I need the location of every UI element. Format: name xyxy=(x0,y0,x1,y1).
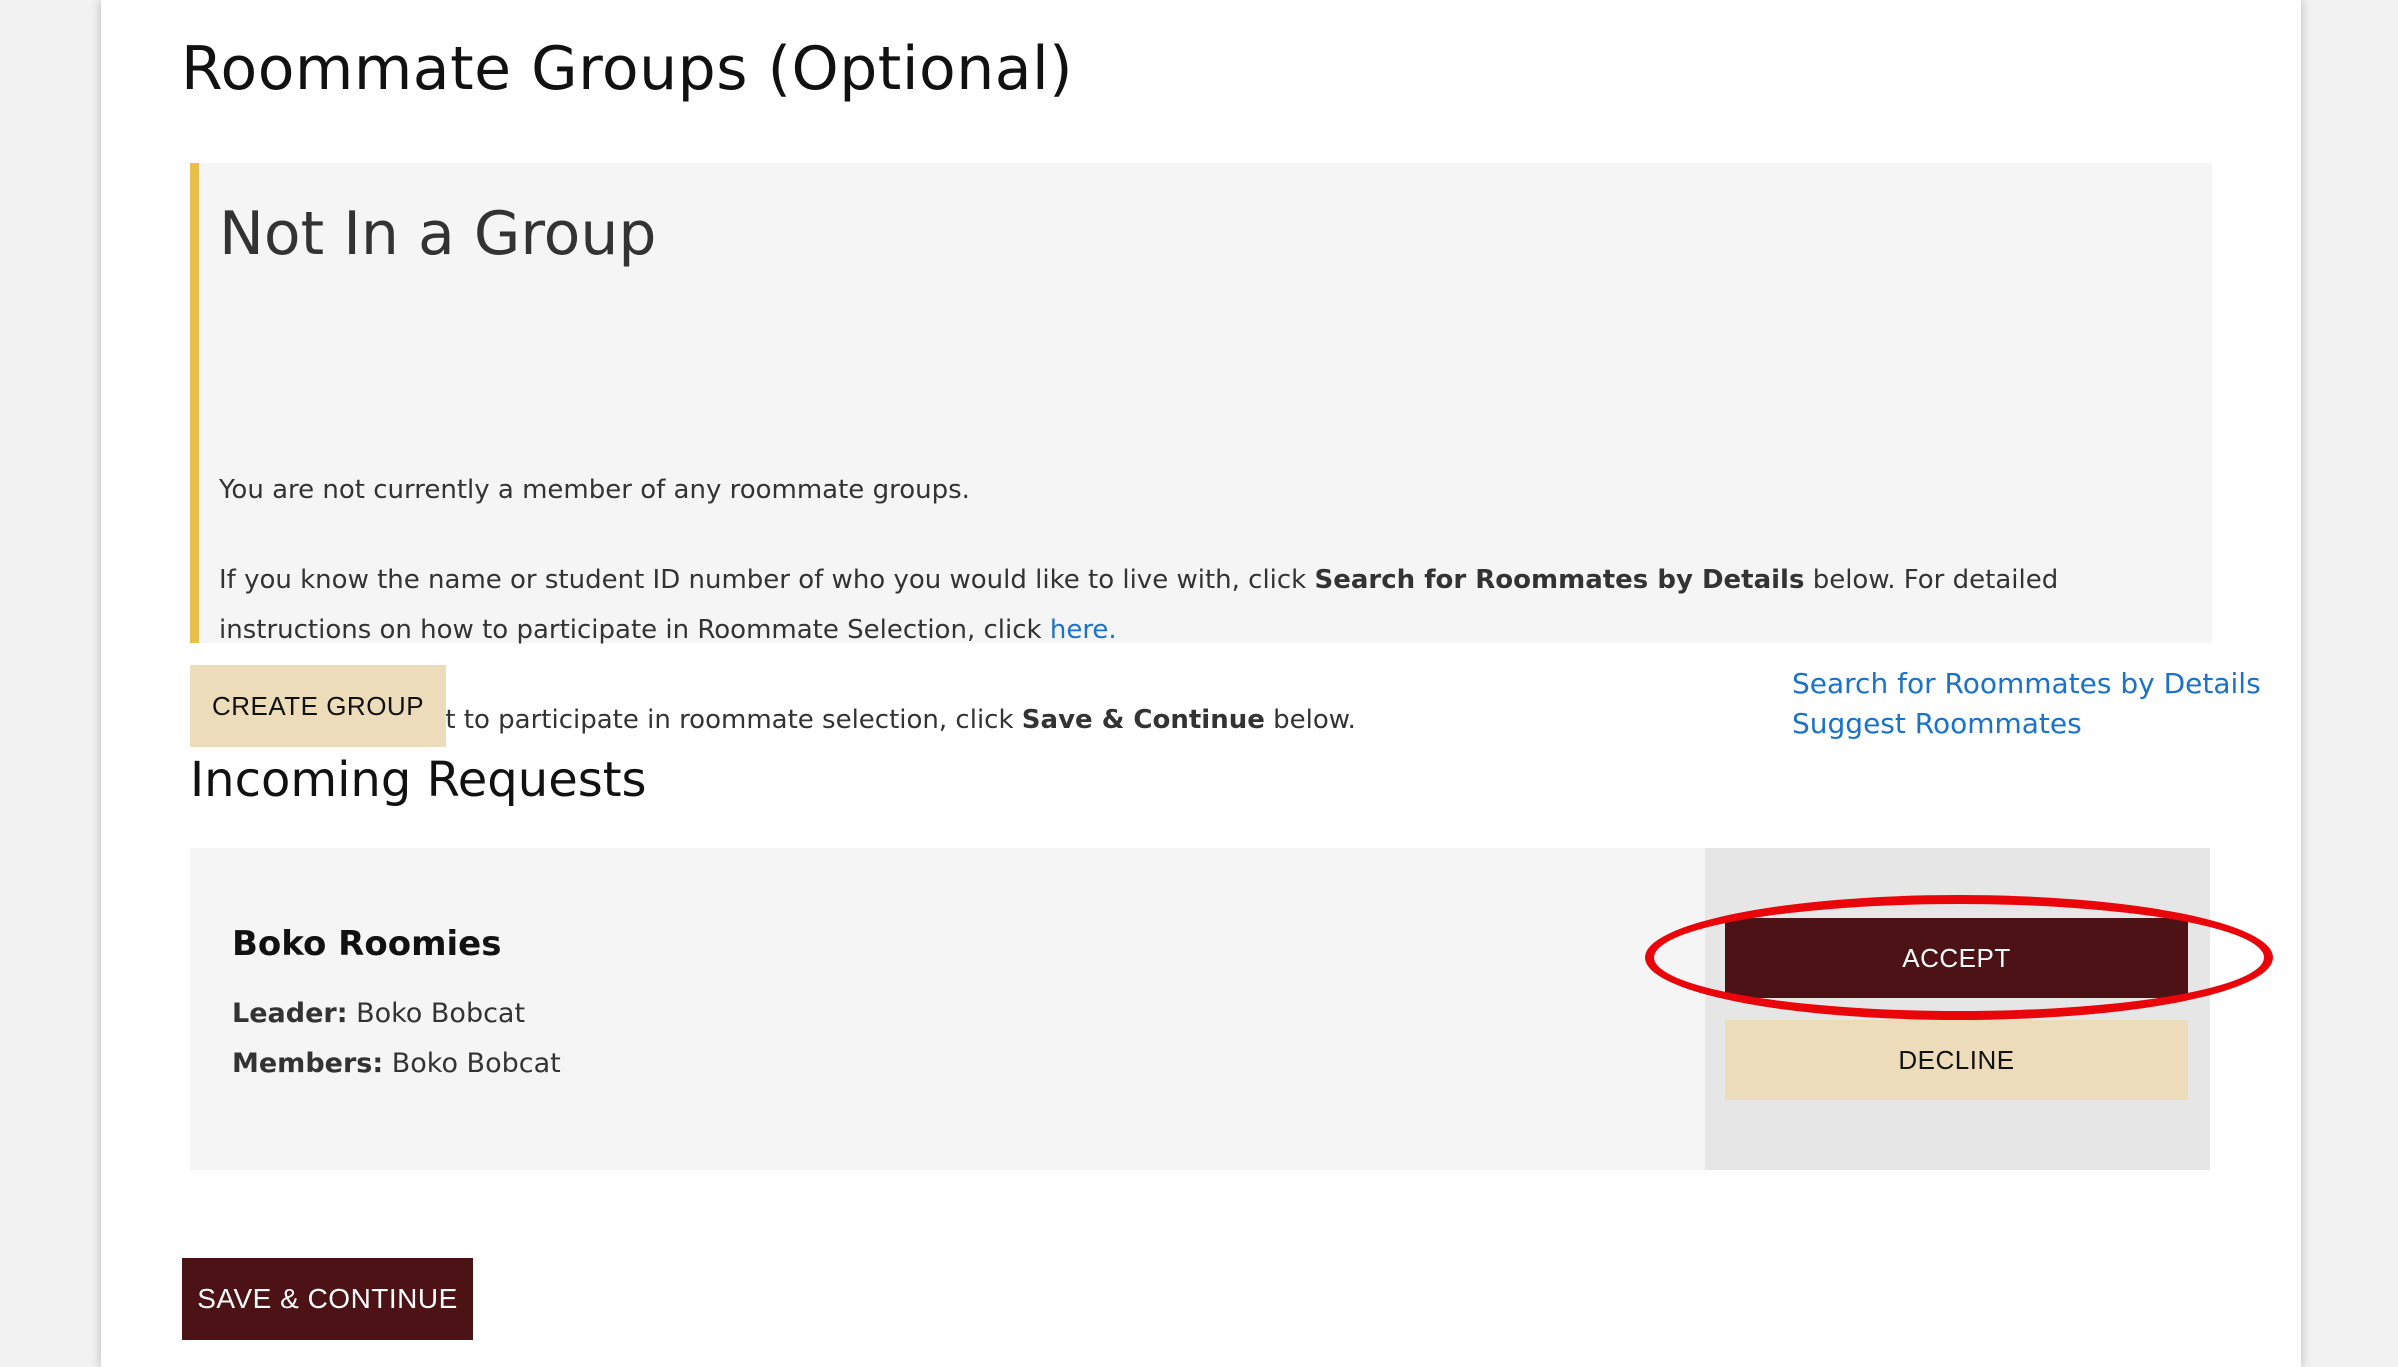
members-value: Boko Bobcat xyxy=(383,1048,561,1079)
create-group-button[interactable]: CREATE GROUP xyxy=(190,665,446,747)
notice-paragraph-membership: You are not currently a member of any ro… xyxy=(219,475,970,505)
opt-out-text-end: below. xyxy=(1264,705,1356,735)
request-leader: Leader: Boko Bobcat xyxy=(232,998,525,1029)
instructions-bold-search: Search for Roommates by Details xyxy=(1314,565,1805,595)
opt-out-bold-save: Save & Continue xyxy=(1021,705,1265,735)
save-and-continue-button[interactable]: SAVE & CONTINUE xyxy=(182,1258,473,1340)
accept-button[interactable]: ACCEPT xyxy=(1725,918,2188,998)
request-action-panel: ACCEPT DECLINE xyxy=(1705,848,2210,1170)
instructions-here-link[interactable]: here. xyxy=(1050,615,1117,645)
request-group-name: Boko Roomies xyxy=(232,924,502,964)
incoming-request-card: Boko Roomies Leader: Boko Bobcat Members… xyxy=(190,848,2210,1170)
notice-heading: Not In a Group xyxy=(219,199,657,269)
leader-label: Leader: xyxy=(232,998,348,1029)
suggest-roommates-link[interactable]: Suggest Roommates xyxy=(1792,704,2261,744)
instructions-text-start: If you know the name or student ID numbe… xyxy=(219,565,1315,595)
roommate-search-links: Search for Roommates by Details Suggest … xyxy=(1792,664,2261,744)
page-title: Roommate Groups (Optional) xyxy=(181,34,1074,104)
incoming-requests-heading: Incoming Requests xyxy=(190,752,647,808)
not-in-group-notice: Not In a Group You are not currently a m… xyxy=(190,163,2212,735)
notice-paragraph-instructions: If you know the name or student ID numbe… xyxy=(219,555,2179,655)
leader-value: Boko Bobcat xyxy=(347,998,526,1029)
search-roommates-by-details-link[interactable]: Search for Roommates by Details xyxy=(1792,664,2261,704)
request-members: Members: Boko Bobcat xyxy=(232,1048,561,1079)
main-page: Roommate Groups (Optional) Not In a Grou… xyxy=(101,0,2301,1367)
decline-button[interactable]: DECLINE xyxy=(1725,1020,2188,1100)
members-label: Members: xyxy=(232,1048,384,1079)
